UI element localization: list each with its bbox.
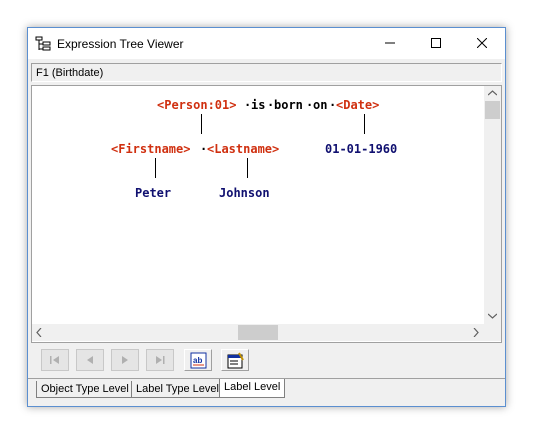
- tree-word-born: born: [274, 98, 303, 112]
- tree-icon: [35, 36, 51, 52]
- scrollbar-corner: [484, 324, 501, 341]
- tree-connector: [155, 158, 156, 178]
- tab-label-type-level[interactable]: Label Type Level: [131, 381, 224, 398]
- minimize-icon: [385, 42, 395, 44]
- close-icon: [477, 38, 487, 48]
- level-tabs: Object Type Level Label Type Level Label…: [28, 378, 505, 400]
- minimize-button[interactable]: [367, 28, 413, 59]
- tree-word-is: is: [251, 98, 266, 112]
- maximize-icon: [431, 38, 441, 48]
- previous-icon: [87, 356, 93, 364]
- tree-value-firstname[interactable]: Peter: [135, 186, 171, 200]
- vertical-scroll-thumb[interactable]: [485, 101, 500, 119]
- scroll-left-icon[interactable]: [36, 328, 42, 337]
- maximize-button[interactable]: [413, 28, 459, 59]
- tree-connector: [201, 114, 202, 134]
- first-button[interactable]: [41, 349, 69, 371]
- last-button[interactable]: [146, 349, 174, 371]
- vertical-scrollbar[interactable]: [484, 86, 501, 324]
- scroll-down-icon[interactable]: [488, 313, 497, 319]
- svg-text:ab: ab: [193, 356, 202, 365]
- tree-word-on: on: [313, 98, 328, 112]
- fact-type-field: F1 (Birthdate): [31, 63, 502, 82]
- properties-icon: [227, 352, 244, 369]
- horizontal-scroll-thumb[interactable]: [238, 325, 278, 340]
- scroll-right-icon[interactable]: [473, 328, 479, 337]
- tree-connector: [247, 158, 248, 178]
- tab-label-level[interactable]: Label Level: [219, 379, 286, 398]
- horizontal-scrollbar[interactable]: [32, 324, 484, 341]
- title-bar[interactable]: Expression Tree Viewer: [28, 28, 505, 59]
- expression-tree: <Person:01> · is · born · on · <Date> <F…: [32, 86, 484, 324]
- tab-object-type-level[interactable]: Object Type Level: [36, 381, 134, 398]
- scroll-up-icon[interactable]: [488, 90, 497, 96]
- tree-value-lastname[interactable]: Johnson: [219, 186, 270, 200]
- previous-button[interactable]: [76, 349, 104, 371]
- navigation-toolbar: ab: [31, 344, 502, 376]
- close-button[interactable]: [459, 28, 505, 59]
- tree-node-firstname[interactable]: <Firstname>: [111, 142, 190, 156]
- tree-node-person[interactable]: <Person:01>: [157, 98, 236, 112]
- window-title: Expression Tree Viewer: [57, 37, 184, 51]
- next-button[interactable]: [111, 349, 139, 371]
- next-icon: [122, 356, 128, 364]
- tree-node-lastname[interactable]: <Lastname>: [207, 142, 279, 156]
- tree-canvas[interactable]: <Person:01> · is · born · on · <Date> <F…: [31, 85, 502, 343]
- tree-connector: [364, 114, 365, 134]
- label-edit-icon: ab: [190, 352, 207, 369]
- last-icon: [156, 356, 165, 364]
- expression-tree-viewer-window: Expression Tree Viewer F1 (Birthdate) <P…: [27, 27, 506, 407]
- tree-node-date[interactable]: <Date>: [336, 98, 379, 112]
- properties-button[interactable]: [221, 349, 249, 371]
- first-icon: [50, 356, 59, 364]
- tree-value-date[interactable]: 01-01-1960: [325, 142, 397, 156]
- label-edit-button[interactable]: ab: [184, 349, 212, 371]
